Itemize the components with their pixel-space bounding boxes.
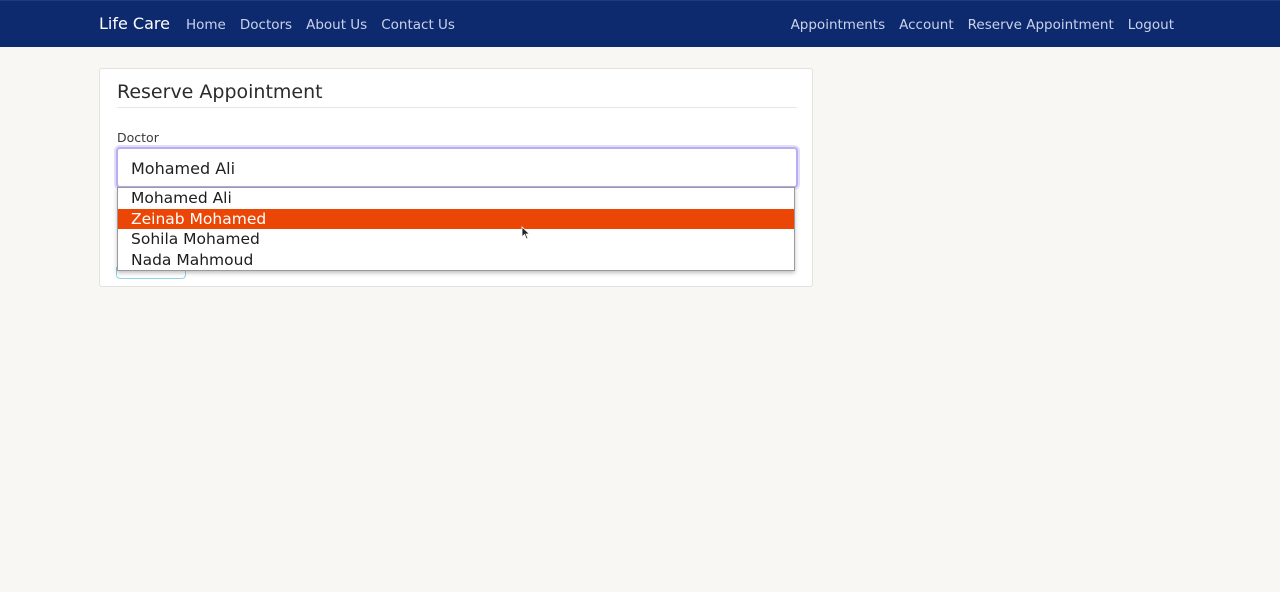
nav-right: Appointments Account Reserve Appointment… bbox=[791, 16, 1174, 34]
doctor-select[interactable]: Mohamed Ali bbox=[116, 147, 798, 188]
nav-link-logout[interactable]: Logout bbox=[1128, 16, 1174, 34]
dropdown-option-mohamed-ali[interactable]: Mohamed Ali bbox=[118, 188, 794, 209]
brand-link[interactable]: Life Care bbox=[99, 14, 170, 34]
dropdown-option-zeinab-mohamed[interactable]: Zeinab Mohamed bbox=[118, 208, 794, 229]
nav-link-account[interactable]: Account bbox=[899, 16, 954, 34]
nav-link-about-us[interactable]: About Us bbox=[306, 16, 367, 34]
nav-left: Home Doctors About Us Contact Us bbox=[186, 16, 469, 34]
nav-link-contact-us[interactable]: Contact Us bbox=[381, 16, 455, 34]
doctor-select-value: Mohamed Ali bbox=[131, 159, 236, 178]
nav-link-doctors[interactable]: Doctors bbox=[240, 16, 292, 34]
dropdown-option-nada-mahmoud[interactable]: Nada Mahmoud bbox=[118, 250, 794, 271]
nav-link-appointments[interactable]: Appointments bbox=[791, 16, 886, 34]
card-title: Reserve Appointment bbox=[117, 81, 323, 103]
dropdown-option-sohila-mohamed[interactable]: Sohila Mohamed bbox=[118, 229, 794, 250]
doctor-dropdown-list: Mohamed Ali Zeinab Mohamed Sohila Mohame… bbox=[117, 187, 795, 271]
card-divider bbox=[117, 107, 797, 108]
nav-link-reserve-appointment[interactable]: Reserve Appointment bbox=[968, 16, 1114, 34]
nav-link-home[interactable]: Home bbox=[186, 16, 226, 34]
doctor-label: Doctor bbox=[117, 130, 159, 145]
navbar: Life Care Home Doctors About Us Contact … bbox=[0, 0, 1280, 47]
mouse-cursor-icon bbox=[521, 226, 531, 240]
